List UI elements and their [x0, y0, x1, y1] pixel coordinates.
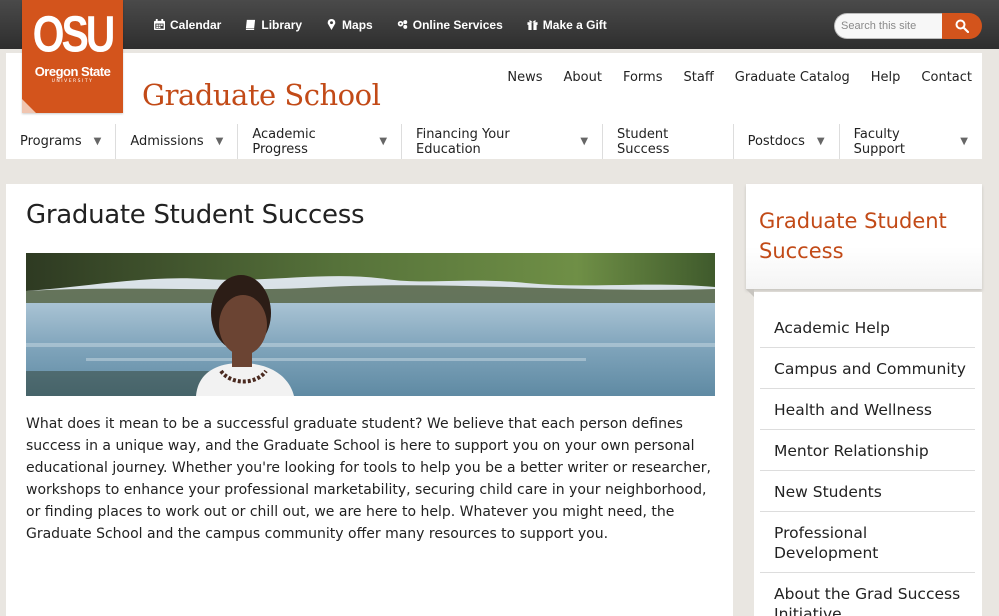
logo-name: Oregon State: [34, 64, 111, 79]
sidebar-title[interactable]: Graduate Student Success: [759, 206, 969, 266]
sidebar-divider: [760, 572, 975, 573]
search-input[interactable]: [834, 13, 942, 39]
sidebar-divider: [760, 470, 975, 471]
utility-nav: Calendar Library Maps Online Services Ma…: [154, 0, 631, 49]
secondary-nav-forms[interactable]: Forms: [623, 70, 663, 85]
primary-nav-faculty-support[interactable]: Faculty Support ▼: [840, 124, 982, 159]
primary-nav-label: Student Success: [617, 126, 670, 157]
secondary-nav-graduate-catalog[interactable]: Graduate Catalog: [735, 70, 850, 85]
sidebar-item-academic-help[interactable]: Academic Help: [760, 318, 975, 338]
utility-link-calendar[interactable]: Calendar: [154, 18, 221, 32]
primary-nav-label: Admissions: [130, 134, 204, 149]
primary-nav-label: Faculty Support: [853, 126, 905, 157]
map-marker-icon: [327, 19, 336, 30]
caret-down-icon[interactable]: ▼: [94, 136, 102, 147]
sidebar-item-health-wellness[interactable]: Health and Wellness: [760, 400, 975, 420]
hero-photo-river-student: [26, 253, 715, 396]
utility-link-label: Online Services: [412, 17, 503, 32]
search-icon: [955, 19, 969, 33]
secondary-nav-help[interactable]: Help: [871, 70, 901, 85]
main-content: Graduate Student Success What does it me…: [6, 184, 733, 616]
caret-down-icon[interactable]: ▼: [580, 136, 588, 147]
primary-nav-label: Financing Your Education: [416, 126, 510, 157]
sidebar-divider: [760, 347, 975, 348]
utility-link-library[interactable]: Library: [245, 18, 302, 32]
sidebar-item-campus-community[interactable]: Campus and Community: [760, 359, 975, 379]
sidebar-fold: [746, 289, 754, 297]
primary-nav: Programs ▼ Admissions ▼ Academic Progress ▼…: [6, 124, 982, 159]
utility-link-label: Calendar: [170, 17, 222, 32]
secondary-nav: News About Forms Staff Graduate Catalog …: [486, 70, 972, 85]
primary-nav-postdocs[interactable]: Postdocs ▼: [734, 124, 840, 159]
sidebar-menu: Academic Help Campus and Community Healt…: [754, 292, 982, 616]
utility-link-label: Maps: [342, 17, 373, 32]
sidebar-divider: [760, 429, 975, 430]
secondary-nav-news[interactable]: News: [507, 70, 542, 85]
book-icon: [246, 19, 256, 30]
utility-bar: Calendar Library Maps Online Services Ma…: [0, 0, 999, 49]
sidebar-header: Graduate Student Success: [746, 184, 982, 289]
primary-nav-programs[interactable]: Programs ▼: [6, 124, 117, 159]
page-title: Graduate Student Success: [26, 200, 365, 230]
caret-down-icon[interactable]: ▼: [216, 136, 224, 147]
sidebar-divider: [760, 388, 975, 389]
sidebar-item-mentor-relationship[interactable]: Mentor Relationship: [760, 441, 975, 461]
calendar-icon: [154, 19, 165, 30]
secondary-nav-staff[interactable]: Staff: [684, 70, 714, 85]
caret-down-icon[interactable]: ▼: [960, 136, 968, 147]
primary-nav-academic-progress[interactable]: Academic Progress ▼: [238, 124, 403, 159]
primary-nav-financing[interactable]: Financing Your Education ▼: [402, 124, 604, 159]
sidebar-divider: [760, 511, 975, 512]
logo-mark: OSU: [32, 5, 116, 63]
utility-link-maps[interactable]: Maps: [326, 18, 373, 32]
site-search: [834, 13, 982, 39]
utility-link-label: Make a Gift: [542, 17, 607, 32]
utility-link-label: Library: [261, 17, 303, 32]
logo-subtitle: UNIVERSITY: [51, 79, 94, 84]
osu-logo[interactable]: OSU Oregon State UNIVERSITY: [22, 0, 123, 113]
primary-nav-student-success[interactable]: Student Success: [603, 124, 734, 159]
sidebar-item-grad-success-initiative[interactable]: About the Grad Success Initiative: [760, 584, 975, 616]
primary-nav-label: Postdocs: [747, 134, 805, 149]
search-button[interactable]: [942, 13, 982, 39]
intro-paragraph: What does it mean to be a successful gra…: [26, 416, 711, 542]
caret-down-icon[interactable]: ▼: [817, 136, 825, 147]
secondary-nav-about[interactable]: About: [564, 70, 602, 85]
gift-icon: [527, 20, 538, 30]
primary-nav-admissions[interactable]: Admissions ▼: [116, 124, 239, 159]
sidebar-item-professional-development[interactable]: Professional Development: [760, 523, 910, 563]
site-title[interactable]: Graduate School: [142, 78, 381, 112]
utility-link-make-a-gift[interactable]: Make a Gift: [527, 18, 607, 32]
sidebar-item-new-students[interactable]: New Students: [760, 482, 975, 502]
utility-link-online-services[interactable]: Online Services: [397, 18, 503, 32]
secondary-nav-contact[interactable]: Contact: [921, 70, 972, 85]
caret-down-icon[interactable]: ▼: [379, 136, 387, 147]
primary-nav-label: Programs: [20, 134, 82, 149]
logo-fold: [22, 99, 36, 113]
gears-icon: [397, 20, 407, 29]
primary-nav-label: Academic Progress: [252, 126, 316, 157]
hero-image: [26, 253, 715, 396]
